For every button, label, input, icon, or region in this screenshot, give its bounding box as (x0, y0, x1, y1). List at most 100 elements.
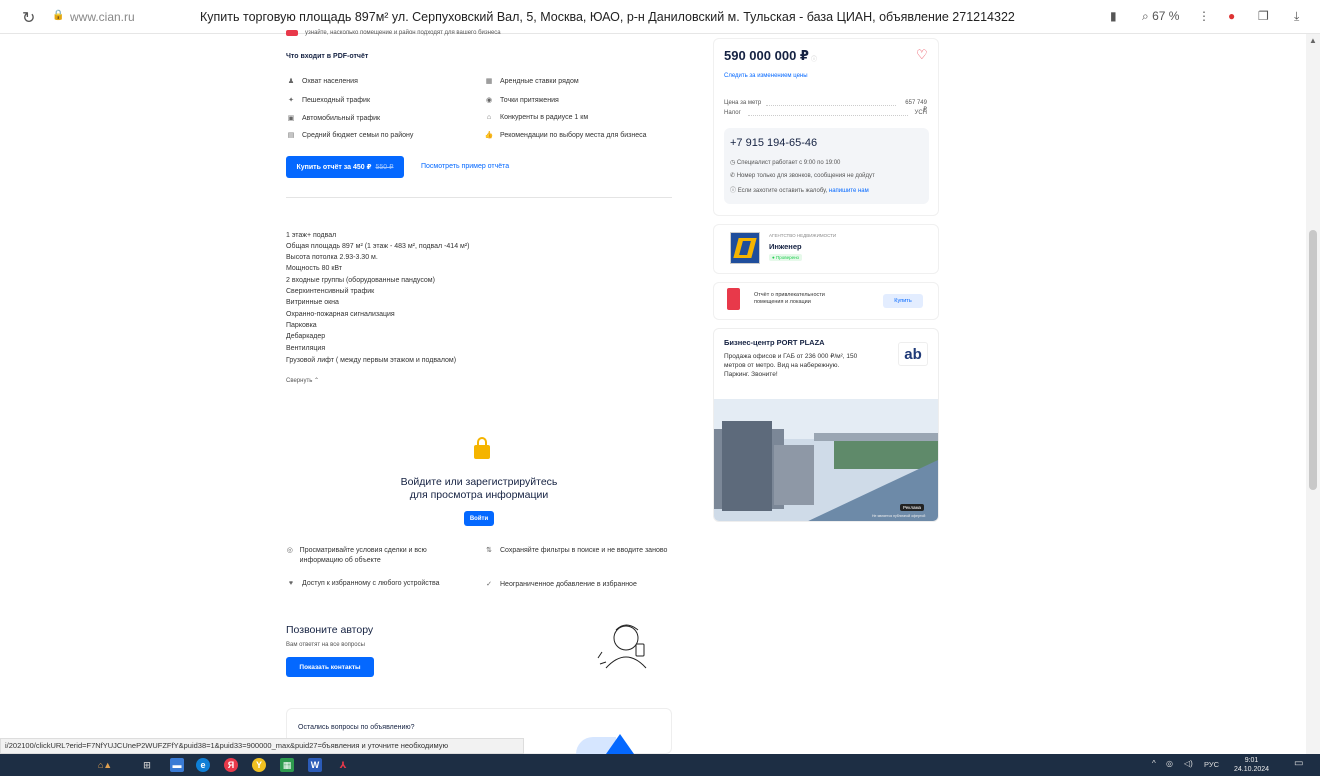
filter-icon: ⇅ (486, 547, 492, 554)
agency-name[interactable]: Инженер (769, 242, 802, 251)
lock-illustration-icon (474, 437, 490, 459)
pdf-feature: ♟ Охват населения (287, 77, 358, 86)
check-icon: ● (772, 255, 775, 260)
complaint-link[interactable]: напишите нам (829, 188, 869, 194)
pdf-feature: 👍 Рекомендации по выбору места для бизнес… (484, 131, 647, 140)
bookmark-icon[interactable]: ▮ (1110, 9, 1117, 23)
car-icon: ▣ (287, 115, 295, 122)
example-report-link[interactable]: Посмотреть пример отчёта (421, 163, 509, 170)
login-benefit: ⇅ Сохраняйте фильтры в поиске и не вводит… (484, 546, 672, 556)
description-line: Вентиляция (286, 345, 326, 352)
extension-icon[interactable]: ● (1228, 9, 1235, 23)
description-line: Высота потолка 2.93-3.30 м. (286, 254, 378, 261)
person-icon: ♟ (287, 78, 295, 85)
call-author-subtitle: Вам ответят на все вопросы (286, 642, 365, 648)
questions-title: Остались вопросы по объявлению? (298, 724, 415, 731)
report-thumbnail-icon (286, 30, 298, 36)
ad-text: Продажа офисов и ГАБ от 236 000 ₽/м², 15… (724, 353, 858, 378)
heart-icon: ♥ (288, 580, 294, 587)
check-icon: ✓ (486, 581, 492, 588)
collapse-link[interactable]: Свернуть ⌃ (286, 377, 319, 384)
report-promo-text: Отчёт о привлекательности помещения и ло… (754, 292, 825, 305)
notifications-icon[interactable]: ▭ (1294, 758, 1303, 769)
pdf-feature: ▤ Средний бюджет семьи по району (287, 131, 414, 140)
agency-type: АГЕНТСТВО НЕДВИЖИМОСТИ (769, 233, 837, 238)
watch-price-link[interactable]: Следить за изменением цены (724, 73, 808, 79)
phone-number[interactable]: +7 915 194-65-46 (730, 137, 817, 149)
description-line: Грузовой лифт ( между первым этажом и по… (286, 357, 457, 364)
volume-icon[interactable]: ◁) (1184, 759, 1193, 768)
description-line: Витринные окна (286, 299, 339, 306)
address-bar[interactable]: www.cian.ru (70, 10, 135, 24)
scrollbar[interactable]: ▲ (1306, 34, 1320, 754)
price: 590 000 000 ₽ (724, 48, 809, 63)
pdf-heading: Что входит в PDF-отчёт (286, 53, 369, 60)
scrollbar-thumb[interactable] (1309, 230, 1317, 490)
ad-logo: ab (898, 342, 928, 366)
login-benefit: ✓ Неограниченное добавление в избранное (484, 580, 637, 589)
document-icon: ▦ (485, 78, 493, 85)
pdf-feature: ⌂ Конкуренты в радиусе 1 км (484, 114, 588, 121)
clock-icon: ◷ (730, 160, 736, 166)
pdf-feature: ✦ Пешеходный трафик (286, 96, 370, 105)
price-per-meter-label: Цена за метр (724, 100, 762, 106)
person-phone-illustration (597, 624, 647, 669)
language-indicator[interactable]: РУС (1204, 760, 1219, 769)
browser-icon[interactable]: Y (252, 758, 266, 772)
collections-icon[interactable]: ❐ (1258, 9, 1269, 23)
network-icon[interactable]: ◎ (1166, 759, 1173, 768)
call-author-title: Позвоните автору (286, 624, 374, 636)
divider (286, 197, 672, 198)
tax-value: УСН (914, 110, 927, 116)
clock[interactable]: 9:01 24.10.2024 (1234, 756, 1269, 774)
description-line: Охранно-пожарная сигнализация (286, 311, 395, 318)
questions-decoration-triangle (606, 734, 634, 754)
taskbar: ⌂▲ ⊞ ▬ e Я Y ▦ W ⅄ ^ ◎ ◁) РУС 9:01 24.10… (0, 754, 1320, 776)
phone-icon: ✆ (730, 173, 736, 179)
target-icon: ◉ (485, 97, 493, 104)
tray-chevron-icon[interactable]: ^ (1152, 759, 1156, 768)
thumbs-up-icon: 👍 (484, 132, 494, 139)
pdf-feature: ◉ Точки притяжения (485, 96, 559, 105)
browser-toolbar: ↻ 🔒 www.cian.ru Купить торговую площадь … (0, 0, 1320, 34)
description-line: Сверхинтенсивный трафик (286, 288, 375, 295)
ad-title[interactable]: Бизнес-центр PORT PLAZA (724, 338, 825, 347)
status-link-preview: i/202100/clickURL?erid=F7NfYUJCUneP2WUFZ… (0, 738, 524, 754)
scroll-up-icon[interactable]: ▲ (1309, 36, 1317, 45)
description-line: 2 входные группы (оборудованные пандусом… (286, 277, 435, 284)
file-explorer-icon[interactable]: ▬ (170, 758, 184, 772)
description-line: Общая площадь 897 м² (1 этаж - 483 м², п… (286, 243, 470, 250)
ad-caption: Не является публичной офертой (872, 514, 926, 518)
taskbar-mosque-icon[interactable]: ⌂▲ (88, 758, 122, 772)
wallet-icon: ▤ (287, 132, 295, 139)
agency-verified-badge: ● Проверено (769, 254, 803, 261)
pdf-feature: ▦ Арендные ставки рядом (485, 77, 579, 86)
report-document-icon (727, 288, 740, 310)
lock-icon[interactable]: 🔒 (52, 10, 64, 21)
agency-logo[interactable] (730, 232, 760, 264)
download-icon[interactable]: ⤓ (1294, 9, 1299, 24)
buy-report-button[interactable]: Купить отчёт за 450 ₽ 550 ₽ (286, 156, 404, 178)
task-view-icon[interactable]: ⊞ (140, 758, 154, 772)
yandex-icon[interactable]: Я (224, 758, 238, 772)
login-benefit: ♥ Доступ к избранному с любого устройства (286, 580, 440, 587)
phone-note: ✆ Номер только для звонков, сообщения не… (730, 173, 875, 179)
description-line: Мощность 80 кВт (286, 265, 343, 272)
reload-icon[interactable]: ↻ (22, 8, 35, 28)
show-contacts-button[interactable]: Показать контакты (286, 657, 374, 677)
login-button[interactable]: Войти (464, 511, 494, 526)
login-benefit: ◎ Просматривайте условия сделки и всю инф… (286, 547, 427, 564)
building-icon: ⌂ (486, 114, 492, 121)
word-icon[interactable]: W (308, 758, 322, 772)
favorite-heart-icon[interactable]: ♡ (916, 47, 928, 63)
dotted-leader (766, 105, 896, 106)
edge-icon[interactable]: e (196, 758, 210, 772)
menu-dots-icon[interactable]: ⋮ (1198, 9, 1210, 23)
ad-label: Реклама (900, 504, 925, 511)
report-buy-button[interactable]: Купить (883, 294, 923, 308)
price-info-icon[interactable]: ⓘ (811, 54, 817, 63)
zoom-indicator[interactable]: ⌕ 67 % (1142, 9, 1179, 24)
acrobat-icon[interactable]: ⅄ (336, 758, 350, 772)
app-icon[interactable]: ▦ (280, 758, 294, 772)
phone-note: ◷ Специалист работает с 9:00 по 19:00 (730, 160, 841, 166)
